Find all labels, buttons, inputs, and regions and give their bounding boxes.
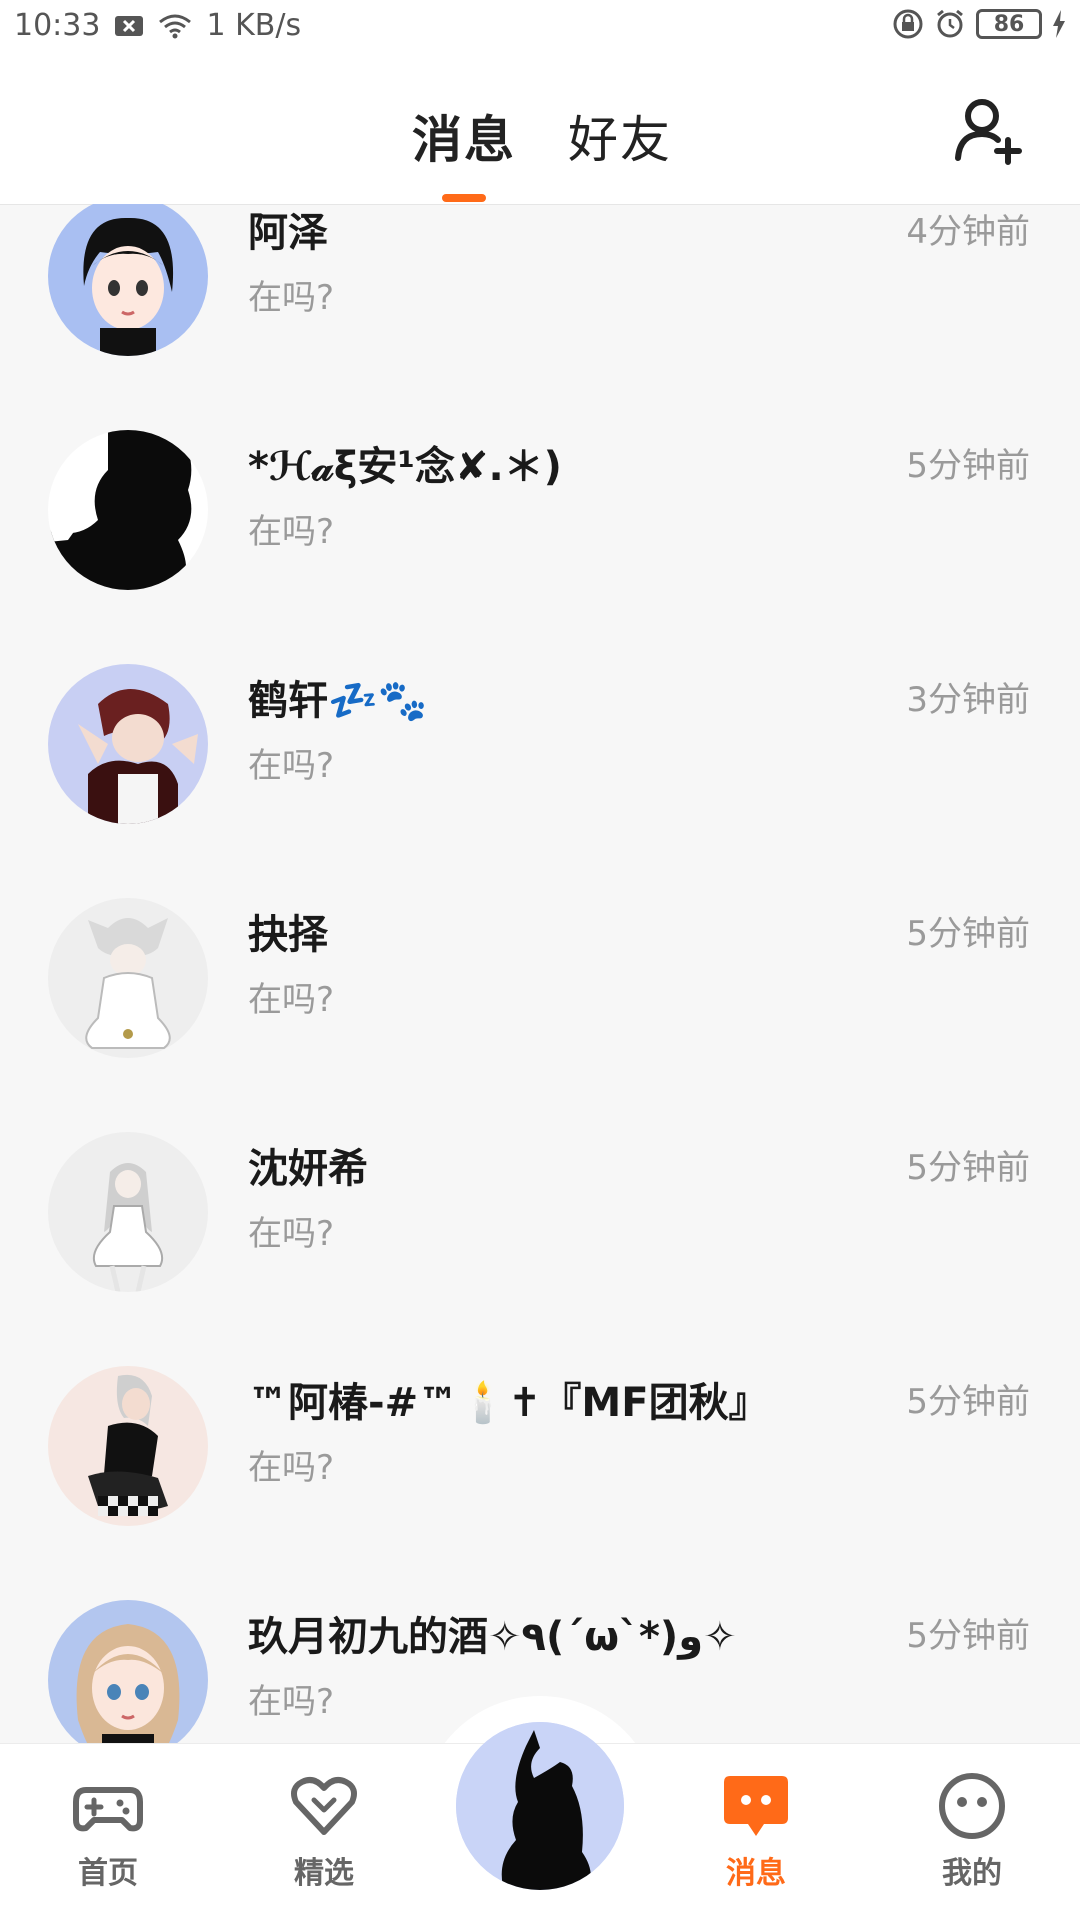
contact-name: 沈妍希	[248, 1146, 368, 1192]
conversation-row[interactable]: *ℋ𝒶ξ安¹念✘.＊) 5分钟前 在吗?	[0, 430, 1080, 664]
avatar	[48, 1366, 208, 1526]
top-header: 消息 好友	[0, 56, 1080, 205]
message-preview: 在吗?	[248, 1448, 335, 1488]
battery-icon: 86	[976, 9, 1042, 39]
contact-name: ™阿椿-#™🕯️✝『MF团秋』	[248, 1380, 769, 1426]
message-preview: 在吗?	[248, 746, 335, 786]
avatar	[48, 1132, 208, 1292]
nav-featured-label: 精选	[294, 1856, 354, 1891]
avatar	[48, 430, 208, 590]
nav-messages[interactable]: 消息	[696, 1770, 816, 1892]
conversation-list: 阿泽 4分钟前 在吗? *ℋ𝒶ξ安¹念✘.＊) 5分钟前 在吗? 鹤轩💤🐾 3分…	[0, 204, 1080, 1744]
contact-name: 玖月初九的酒✧٩(ˊωˋ*)و✧	[248, 1614, 737, 1660]
active-tab-indicator	[442, 194, 486, 202]
battery-level: 86	[993, 11, 1025, 37]
nav-profile[interactable]: 我的	[912, 1770, 1032, 1892]
tab-messages[interactable]: 消息	[412, 100, 516, 172]
contact-name: 阿泽	[248, 210, 328, 256]
message-preview: 在吗?	[248, 980, 335, 1020]
chat-bubble-icon	[724, 1776, 788, 1836]
add-friend-button[interactable]	[952, 94, 1024, 166]
message-time: 5分钟前	[906, 1382, 1030, 1422]
avatar	[48, 1600, 208, 1744]
nav-profile-label: 我的	[942, 1856, 1002, 1891]
avatar-center-icon[interactable]	[456, 1722, 624, 1890]
notification-x-icon	[114, 14, 144, 38]
status-bar: 10:33 1 KB/s 86	[0, 0, 1080, 56]
message-preview: 在吗?	[248, 1682, 335, 1722]
gamepad-icon	[73, 1787, 143, 1832]
network-speed: 1 KB/s	[206, 8, 302, 43]
nav-featured[interactable]: 精选	[264, 1770, 384, 1892]
smiley-face-icon	[939, 1773, 1005, 1839]
conversation-row[interactable]: 沈妍希 5分钟前 在吗?	[0, 1132, 1080, 1366]
message-time: 5分钟前	[906, 446, 1030, 486]
contact-name: 鹤轩💤🐾	[248, 678, 428, 724]
message-time: 4分钟前	[906, 212, 1030, 252]
add-user-icon	[955, 99, 1022, 165]
nav-home[interactable]: 首页	[48, 1770, 168, 1892]
message-time: 5分钟前	[906, 1148, 1030, 1188]
message-time: 3分钟前	[906, 680, 1030, 720]
message-preview: 在吗?	[248, 512, 335, 552]
conversation-row[interactable]: 鹤轩💤🐾 3分钟前 在吗?	[0, 664, 1080, 898]
avatar	[48, 664, 208, 824]
nav-messages-label: 消息	[726, 1856, 786, 1891]
avatar	[48, 898, 208, 1058]
contact-name: 抉择	[248, 912, 328, 958]
message-preview: 在吗?	[248, 278, 335, 318]
lock-rotation-icon	[892, 8, 924, 40]
messages-screen: 10:33 1 KB/s 86 消息 好友 阿泽 4分钟前 在吗? *ℋ𝒶ξ安¹…	[0, 0, 1080, 1920]
alarm-icon	[934, 8, 966, 40]
status-time: 10:33	[14, 8, 101, 43]
wifi-icon	[158, 13, 192, 39]
conversation-row[interactable]: 阿泽 4分钟前 在吗?	[0, 204, 1080, 430]
message-preview: 在吗?	[248, 1214, 335, 1254]
charging-icon	[1052, 10, 1066, 38]
message-time: 5分钟前	[906, 914, 1030, 954]
conversation-row[interactable]: ™阿椿-#™🕯️✝『MF团秋』 5分钟前 在吗?	[0, 1366, 1080, 1600]
message-time: 5分钟前	[906, 1616, 1030, 1656]
tab-friends[interactable]: 好友	[568, 100, 672, 172]
nav-home-label: 首页	[78, 1856, 138, 1891]
conversation-row[interactable]: 抉择 5分钟前 在吗?	[0, 898, 1080, 1132]
heart-chevron-icon	[291, 1777, 357, 1835]
avatar	[48, 204, 208, 356]
contact-name: *ℋ𝒶ξ安¹念✘.＊)	[248, 444, 562, 490]
